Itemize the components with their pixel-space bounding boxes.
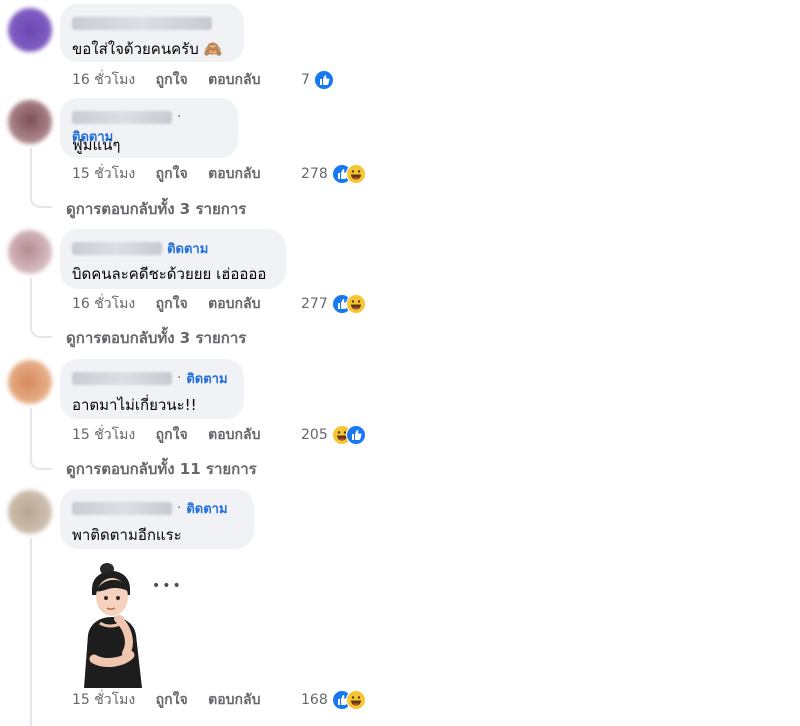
avatar[interactable] [8, 360, 52, 404]
comment-text: พาติดตามอีกแระ [72, 526, 182, 544]
commenter-name[interactable] [72, 17, 212, 30]
reaction-count: 168 [301, 692, 328, 708]
reply-button[interactable]: ตอบกลับ [208, 425, 260, 445]
like-button[interactable]: ถูกใจ [156, 425, 188, 445]
comment-bubble: ติดตาม บิดคนละคดีชะด้วยยย เฮ่ออออ [60, 229, 286, 289]
timestamp[interactable]: 15 ชั่วโมง [72, 690, 135, 710]
reaction-summary[interactable]: 205 [301, 425, 367, 445]
monkey-emoji-icon: 🙈 [203, 40, 223, 58]
reaction-summary[interactable]: 168 [301, 690, 367, 710]
haha-reaction-icon [346, 294, 367, 314]
reply-button[interactable]: ตอบกลับ [208, 164, 260, 184]
thread-connector [30, 194, 52, 208]
reaction-count: 278 [301, 166, 328, 182]
like-button[interactable]: ถูกใจ [156, 164, 188, 184]
haha-reaction-icon [346, 164, 367, 184]
avatar[interactable] [8, 230, 52, 274]
comment-text: อาตมาไม่เกี่ยวนะ!! [72, 396, 197, 414]
view-replies-link[interactable]: ดูการตอบกลับทั้ง 11 รายการ [66, 457, 257, 481]
commenter-name[interactable] [72, 502, 172, 515]
commenter-name[interactable] [72, 372, 172, 385]
comment-text: ฟูมแน่ๆ [72, 136, 121, 154]
follow-link[interactable]: ติดตาม [186, 502, 227, 517]
reaction-summary[interactable]: 277 [301, 294, 367, 314]
comment-text: ขอใส่ใจด้วยคนครับ 🙈 [72, 40, 223, 58]
view-replies-link[interactable]: ดูการตอบกลับทั้ง 3 รายการ [66, 197, 246, 221]
reply-button[interactable]: ตอบกลับ [208, 294, 260, 314]
reply-button[interactable]: ตอบกลับ [208, 690, 260, 710]
commenter-name[interactable] [72, 242, 162, 255]
like-button[interactable]: ถูกใจ [156, 690, 188, 710]
thread-line [30, 278, 32, 326]
reaction-count: 7 [301, 72, 310, 88]
timestamp[interactable]: 15 ชั่วโมง [72, 164, 135, 184]
comment-bubble: ขอใส่ใจด้วยคนครับ 🙈 [60, 4, 244, 62]
comment-meta: 16 ชั่วโมง ถูกใจ ตอบกลับ [72, 294, 276, 314]
thread-line [30, 408, 32, 458]
timestamp[interactable]: 16 ชั่วโมง [72, 70, 135, 90]
comment-bubble: · ติดตาม ฟูมแน่ๆ [60, 98, 238, 158]
thread-connector [30, 456, 52, 470]
like-button[interactable]: ถูกใจ [156, 70, 188, 90]
thread-line [30, 148, 32, 196]
follow-link[interactable]: ติดตาม [167, 242, 208, 257]
comment-bubble: · ติดตาม อาตมาไม่เกี่ยวนะ!! [60, 359, 244, 419]
avatar[interactable] [8, 8, 52, 52]
thread-line [30, 538, 32, 726]
comment-text: บิดคนละคดีชะด้วยยย เฮ่ออออ [72, 265, 267, 283]
reaction-count: 205 [301, 427, 328, 443]
like-reaction-icon [346, 425, 367, 445]
thread-connector [30, 324, 52, 338]
reaction-count: 277 [301, 296, 328, 312]
commenter-name[interactable] [72, 111, 172, 124]
timestamp[interactable]: 15 ชั่วโมง [72, 425, 135, 445]
avatar[interactable] [8, 100, 52, 144]
avatar[interactable] [8, 490, 52, 534]
view-replies-link[interactable]: ดูการตอบกลับทั้ง 3 รายการ [66, 326, 246, 350]
reply-button[interactable]: ตอบกลับ [208, 70, 260, 90]
follow-link[interactable]: ติดตาม [186, 372, 227, 387]
reaction-summary[interactable]: 278 [301, 164, 367, 184]
sticker-typing-dots-icon: ••• [152, 578, 183, 594]
like-reaction-icon [314, 70, 335, 90]
comment-meta: 15 ชั่วโมง ถูกใจ ตอบกลับ [72, 164, 276, 184]
comment-meta: 16 ชั่วโมง ถูกใจ ตอบกลับ [72, 70, 276, 90]
comment-meta: 15 ชั่วโมง ถูกใจ ตอบกลับ [72, 425, 276, 445]
comment-meta: 15 ชั่วโมง ถูกใจ ตอบกลับ [72, 690, 276, 710]
reaction-summary[interactable]: 7 [301, 70, 335, 90]
like-button[interactable]: ถูกใจ [156, 294, 188, 314]
comment-bubble: · ติดตาม พาติดตามอีกแระ [60, 489, 254, 549]
haha-reaction-icon [346, 690, 367, 710]
timestamp[interactable]: 16 ชั่วโมง [72, 294, 135, 314]
